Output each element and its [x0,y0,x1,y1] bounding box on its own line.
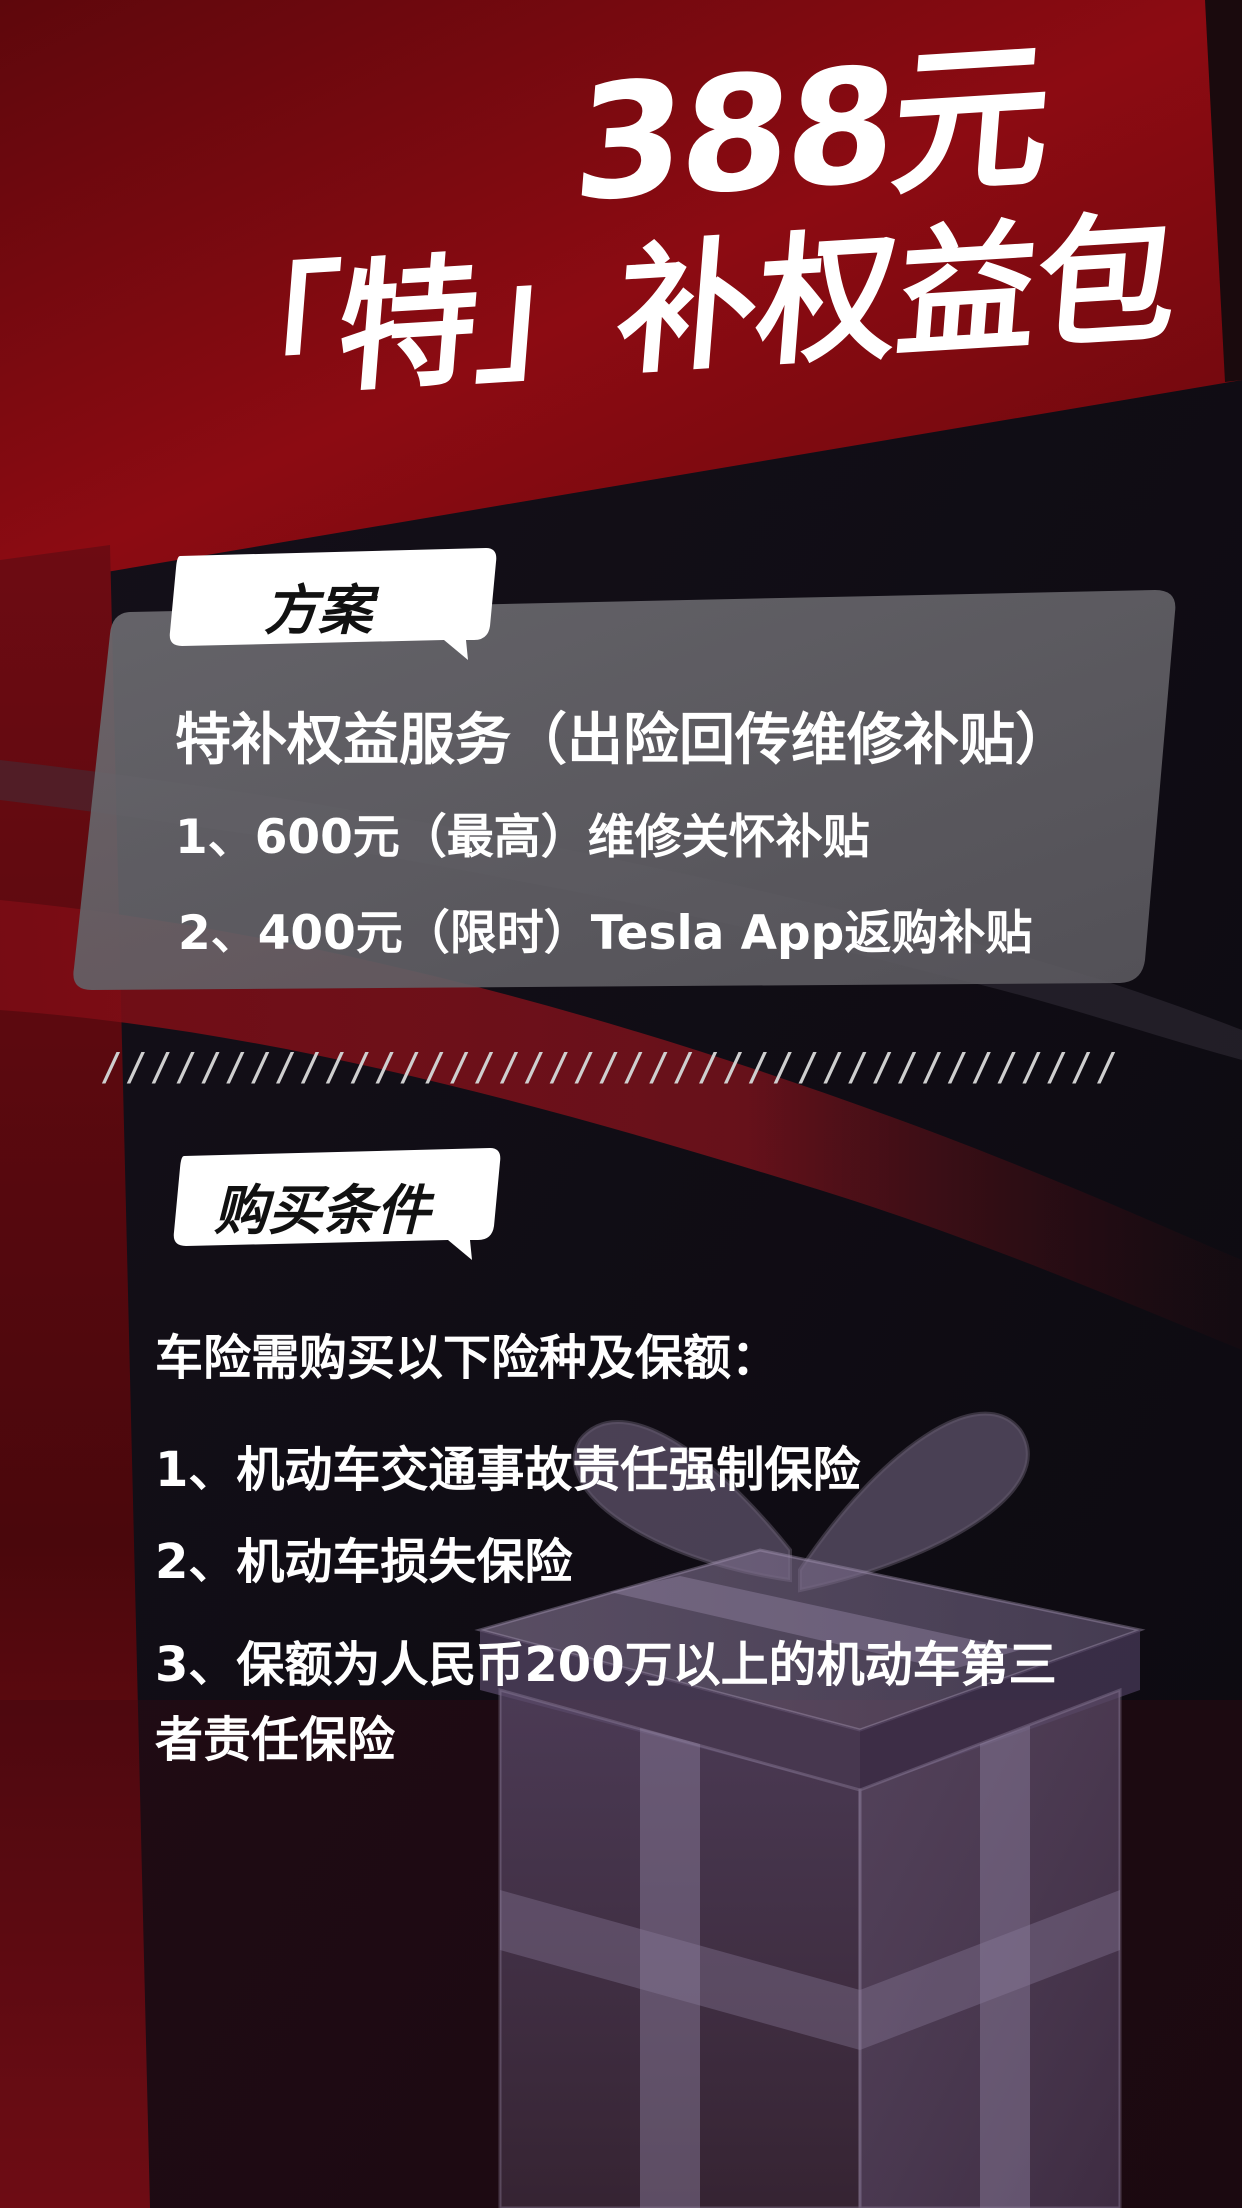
divider: ////////////////////////////////////////… [100,1045,1120,1089]
promo-poster: 388元 「特」补权益包 方案 特补权益服务（出险回传维修补贴） 1、600元（… [0,0,1242,2208]
headline: 388元 「特」补权益包 [180,0,1183,459]
condition-item: 1、机动车交通事故责任强制保险 [155,1442,861,1498]
plan-title: 特补权益服务（出险回传维修补贴） [175,708,1071,773]
plan-item: 2、400元（限时）Tesla App返购补贴 [178,906,1033,961]
condition-item-continued: 者责任保险 [155,1712,396,1768]
conditions-tag-label: 购买条件 [214,1179,430,1242]
plan-item: 1、600元（最高）维修关怀补贴 [175,810,870,865]
conditions-tag: 购买条件 [172,1148,502,1268]
conditions-intro: 车险需购买以下险种及保额： [155,1330,780,1386]
condition-item: 3、保额为人民币200万以上的机动车第三 [155,1637,1057,1693]
plan-tag: 方案 [168,548,498,668]
condition-item: 2、机动车损失保险 [155,1534,573,1590]
headline-title: 「特」补权益包 [191,197,1183,421]
headline-price: 388元 [568,23,1054,238]
plan-tag-label: 方案 [264,579,372,642]
